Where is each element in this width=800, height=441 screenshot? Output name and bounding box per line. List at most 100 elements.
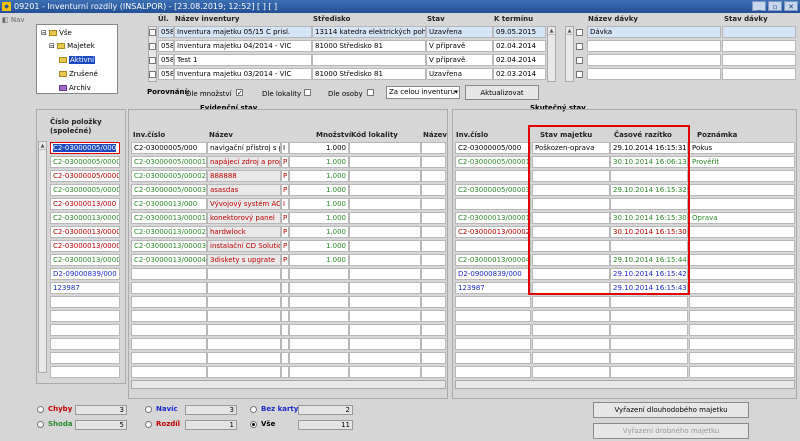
evid-cell-mnozstvi[interactable]: 1.000: [289, 212, 349, 224]
evid-cell-nazev-lok[interactable]: [421, 324, 446, 336]
skut-cell-poznamka[interactable]: [689, 170, 795, 182]
evid-cell-mnozstvi[interactable]: [289, 324, 349, 336]
evid-cell-mnozstvi[interactable]: 1.000: [289, 184, 349, 196]
evid-cell-flag[interactable]: I: [281, 198, 289, 210]
cislo-polozky-cell[interactable]: [50, 352, 120, 364]
inventory-cell-nazev[interactable]: Test 1: [174, 54, 312, 66]
row-checkbox[interactable]: [149, 71, 156, 78]
davka-cell-nazev[interactable]: Dávka: [587, 26, 721, 38]
minimize-button[interactable]: _: [752, 1, 766, 11]
cislo-polozky-cell[interactable]: C2-03000013/00003: [50, 240, 120, 252]
aktualizovat-button[interactable]: Aktualizovat: [465, 85, 539, 100]
evid-cell-flag[interactable]: P: [281, 226, 289, 238]
skut-cell-poznamka[interactable]: [689, 310, 795, 322]
evid-cell-kod[interactable]: [349, 156, 421, 168]
cislo-polozky-cell[interactable]: C2-03000013/00001: [50, 212, 120, 224]
cislo-polozky-cell[interactable]: C2-03000013/000: [50, 198, 120, 210]
evid-cell-kod[interactable]: [349, 142, 421, 154]
evid-cell-nazev[interactable]: Vývojový systém ACE: [207, 198, 281, 210]
skut-cell-poznamka[interactable]: [689, 226, 795, 238]
evid-cell-inv[interactable]: C2-03000013/00002: [131, 226, 207, 238]
skut-cell-inv[interactable]: [455, 338, 531, 350]
inventory-cell-stredisko[interactable]: [312, 54, 426, 66]
evid-cell-mnozstvi[interactable]: [289, 296, 349, 308]
cislo-polozky-cell[interactable]: [50, 310, 120, 322]
evid-cell-kod[interactable]: [349, 254, 421, 266]
skut-cell-poznamka[interactable]: Oprava: [689, 212, 795, 224]
cislo-polozky-cell[interactable]: C2-03000005/00003: [50, 184, 120, 196]
inventory-cell-termin[interactable]: 02.04.2014: [493, 54, 546, 66]
dle-osoby-checkbox[interactable]: [367, 89, 374, 96]
row-checkbox[interactable]: [149, 29, 156, 36]
davka-checkbox[interactable]: [576, 57, 583, 64]
skut-cell-razitko[interactable]: [610, 296, 688, 308]
davka-scrollbar[interactable]: ▲: [565, 26, 574, 82]
evid-cell-mnozstvi[interactable]: [289, 310, 349, 322]
cislo-polozky-cell[interactable]: [50, 324, 120, 336]
evid-cell-flag[interactable]: [281, 366, 289, 378]
inventory-cell-termin[interactable]: 09.05.2015: [493, 26, 546, 38]
inventory-cell-nazev[interactable]: Inventura majetku 03/2014 - VIC: [174, 68, 312, 80]
davka-checkbox[interactable]: [576, 43, 583, 50]
dle-lokality-checkbox[interactable]: [304, 89, 311, 96]
tree-item-aktivni[interactable]: Aktivní: [59, 56, 96, 64]
inventory-cell-ul[interactable]: 058: [158, 26, 174, 38]
evid-cell-inv[interactable]: [131, 324, 207, 336]
evid-cell-nazev-lok[interactable]: [421, 352, 446, 364]
tree-majetek[interactable]: ⊟ Majetek: [49, 42, 95, 50]
skut-cell-inv[interactable]: [455, 170, 531, 182]
evid-cell-kod[interactable]: [349, 240, 421, 252]
tree-item-archiv[interactable]: Archiv: [59, 84, 91, 92]
evid-cell-nazev[interactable]: navigační přístroj s při: [207, 142, 281, 154]
evid-cell-mnozstvi[interactable]: 1.000: [289, 198, 349, 210]
davka-cell-stav[interactable]: [722, 54, 796, 66]
cislo-polozky-cell[interactable]: C2-03000005/00001: [50, 156, 120, 168]
evid-cell-nazev-lok[interactable]: [421, 338, 446, 350]
filter-chyby-radio[interactable]: [37, 406, 44, 413]
evid-cell-nazev-lok[interactable]: [421, 142, 446, 154]
evid-cell-nazev-lok[interactable]: [421, 366, 446, 378]
evid-cell-nazev-lok[interactable]: [421, 170, 446, 182]
maximize-button[interactable]: ▫: [768, 1, 782, 11]
cislo-polozky-cell[interactable]: [50, 338, 120, 350]
skut-cell-poznamka[interactable]: [689, 338, 795, 350]
inventory-cell-stav[interactable]: Uzavřena: [426, 68, 493, 80]
davka-cell-stav[interactable]: [722, 26, 796, 38]
davka-checkbox[interactable]: [576, 71, 583, 78]
evid-cell-mnozstvi[interactable]: 1.000: [289, 142, 349, 154]
row-checkbox[interactable]: [149, 43, 156, 50]
cislo-polozky-cell[interactable]: C2-03000013/00002: [50, 226, 120, 238]
evid-cell-nazev[interactable]: [207, 268, 281, 280]
close-button[interactable]: ✕: [784, 1, 798, 11]
evid-cell-kod[interactable]: [349, 338, 421, 350]
davka-checkbox[interactable]: [576, 29, 583, 36]
nav-button[interactable]: ◧ Nav: [2, 16, 25, 24]
skut-cell-stav[interactable]: [532, 310, 610, 322]
evid-cell-mnozstvi[interactable]: [289, 338, 349, 350]
skut-cell-inv[interactable]: 123987: [455, 282, 531, 294]
skut-cell-stav[interactable]: [532, 296, 610, 308]
evid-cell-flag[interactable]: [281, 352, 289, 364]
evid-cell-flag[interactable]: [281, 296, 289, 308]
skut-cell-inv[interactable]: [455, 366, 531, 378]
evid-cell-nazev[interactable]: hardwlock: [207, 226, 281, 238]
cislo-polozky-cell[interactable]: 123987: [50, 282, 120, 294]
evid-cell-mnozstvi[interactable]: [289, 282, 349, 294]
skut-cell-poznamka[interactable]: [689, 240, 795, 252]
evid-cell-nazev-lok[interactable]: [421, 226, 446, 238]
evid-cell-kod[interactable]: [349, 184, 421, 196]
evid-cell-inv[interactable]: [131, 352, 207, 364]
evid-cell-mnozstvi[interactable]: [289, 268, 349, 280]
skut-cell-razitko[interactable]: [610, 324, 688, 336]
skut-cell-inv[interactable]: [455, 352, 531, 364]
filter-shoda-radio[interactable]: [37, 421, 44, 428]
evid-cell-nazev-lok[interactable]: [421, 296, 446, 308]
skut-cell-poznamka[interactable]: [689, 184, 795, 196]
evid-cell-nazev[interactable]: konektorový panel: [207, 212, 281, 224]
evid-cell-nazev-lok[interactable]: [421, 282, 446, 294]
vyrazeni-drobneho-button[interactable]: Vyřazení drobného majetku: [593, 423, 749, 439]
evid-cell-flag[interactable]: I: [281, 142, 289, 154]
evid-cell-flag[interactable]: P: [281, 184, 289, 196]
evid-cell-kod[interactable]: [349, 198, 421, 210]
skut-cell-inv[interactable]: C2-03000005/000: [455, 142, 531, 154]
